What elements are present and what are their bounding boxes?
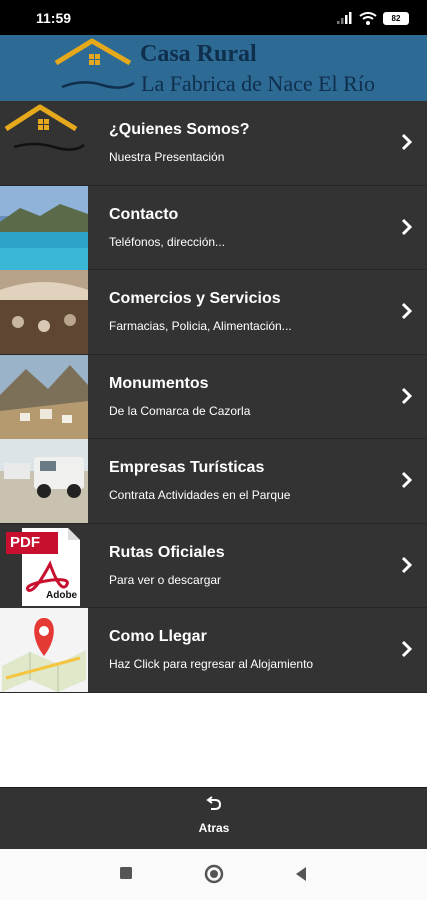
item-title: Contacto <box>109 205 179 223</box>
bottom-toolbar: Atras <box>0 787 427 849</box>
nav-home-icon[interactable] <box>204 864 224 884</box>
item-title: Monumentos <box>109 374 209 392</box>
wifi-icon <box>359 11 377 25</box>
menu-item-comercios[interactable]: Comercios y Servicios Farmacias, Policia… <box>0 270 427 355</box>
item-subtitle: Haz Click para regresar al Alojamiento <box>109 657 314 671</box>
nav-back-icon[interactable] <box>294 866 308 882</box>
menu-list: ¿Quienes Somos? Nuestra Presentación Con… <box>0 101 427 693</box>
pdf-badge: PDF <box>10 533 40 551</box>
status-icons: 82 <box>337 9 409 27</box>
menu-item-rutas[interactable]: PDF Adobe Rutas Oficiales Para ver o des… <box>0 523 427 608</box>
chevron-right-icon <box>401 302 413 320</box>
battery-icon: 82 <box>383 11 409 25</box>
item-subtitle: Teléfonos, dirección... <box>109 234 226 249</box>
menu-item-quienes-somos[interactable]: ¿Quienes Somos? Nuestra Presentación <box>0 101 427 186</box>
battery-level: 82 <box>391 13 401 23</box>
nav-recents-icon[interactable] <box>119 866 133 880</box>
chevron-right-icon <box>401 387 413 404</box>
back-label: Atras <box>198 821 230 835</box>
chevron-right-icon <box>401 640 413 658</box>
item-title: Comercios y Servicios <box>109 290 281 307</box>
item-title: ¿Quienes Somos? <box>109 121 250 138</box>
undo-icon <box>206 796 222 810</box>
header-banner: Casa Rural La Fabrica de Nace El Río <box>0 35 427 101</box>
house-logo-icon <box>54 38 135 89</box>
village-thumbnail <box>0 354 88 439</box>
item-title: Como Llegar <box>109 628 207 645</box>
header-subtitle: La Fabrica de Nace El Río <box>141 71 375 96</box>
menu-item-monumentos[interactable]: Monumentos De la Comarca de Cazorla <box>0 354 427 439</box>
header-title: Casa Rural <box>140 41 257 67</box>
logo-thumbnail <box>0 101 88 185</box>
terrace-thumbnail <box>0 270 88 354</box>
system-nav-bar <box>0 849 427 900</box>
menu-item-contacto[interactable]: Contacto Teléfonos, dirección... <box>0 185 427 270</box>
item-subtitle: Contrata Actividades en el Parque <box>109 488 291 502</box>
back-button[interactable]: Atras <box>188 794 240 844</box>
menu-item-empresas[interactable]: Empresas Turísticas Contrata Actividades… <box>0 439 427 524</box>
pool-thumbnail <box>0 185 88 270</box>
adobe-label: Adobe <box>46 589 78 601</box>
menu-item-como-llegar[interactable]: Como Llegar Haz Click para regresar al A… <box>0 608 427 693</box>
item-title: Rutas Oficiales <box>109 543 225 561</box>
map-thumbnail <box>0 608 88 692</box>
status-time: 11:59 <box>36 10 72 26</box>
item-subtitle: Farmacias, Policia, Alimentación... <box>109 319 292 333</box>
jeep-thumbnail <box>0 439 88 523</box>
item-subtitle: De la Comarca de Cazorla <box>109 403 251 418</box>
chevron-right-icon <box>401 556 413 573</box>
pdf-thumbnail: PDF Adobe <box>0 523 88 608</box>
signal-icon <box>337 12 352 24</box>
status-bar: 11:59 82 <box>0 0 427 35</box>
item-subtitle: Nuestra Presentación <box>109 150 225 164</box>
chevron-right-icon <box>401 218 413 235</box>
chevron-right-icon <box>401 471 413 489</box>
chevron-right-icon <box>401 133 413 151</box>
item-title: Empresas Turísticas <box>109 459 265 476</box>
item-subtitle: Para ver o descargar <box>109 572 222 587</box>
